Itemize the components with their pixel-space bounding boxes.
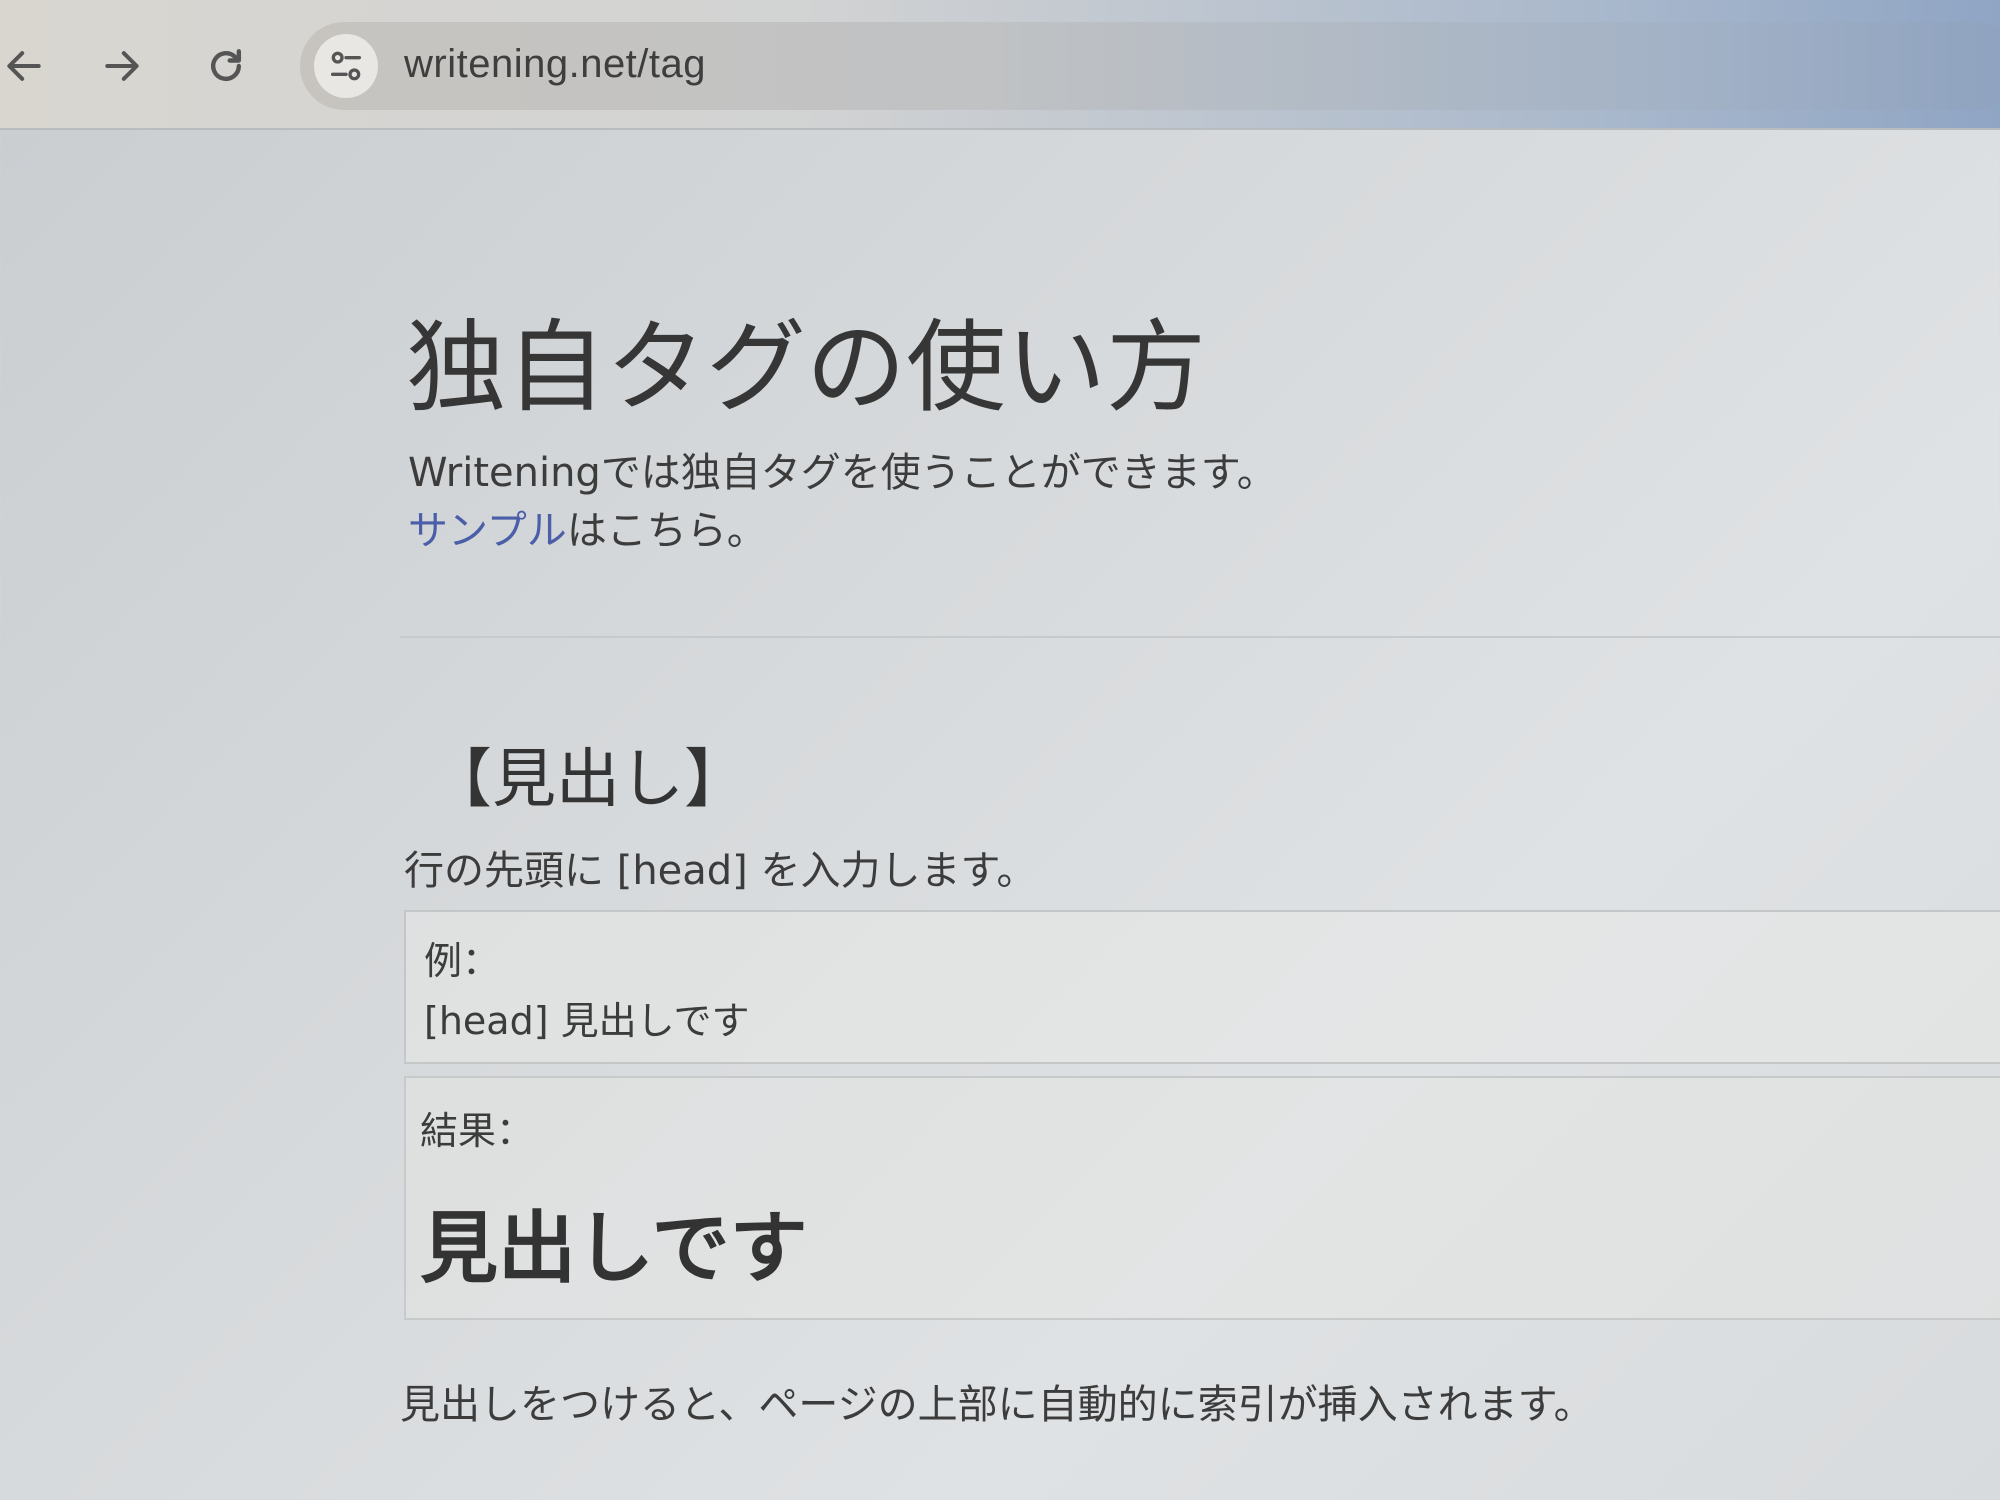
sample-link[interactable]: サンプル xyxy=(408,508,567,554)
section-heading: 【見出し】 xyxy=(428,743,748,817)
section-divider xyxy=(400,636,2000,638)
instruction-text: 行の先頭に [head] を入力します。 xyxy=(404,848,1037,894)
url-text[interactable]: writening.net/tag xyxy=(404,42,706,87)
forward-button[interactable] xyxy=(90,34,154,98)
footer-note: 見出しをつけると、ページの上部に自動的に索引が挿入されます。 xyxy=(400,1382,1594,1428)
address-bar[interactable]: writening.net/tag xyxy=(300,22,2000,110)
result-label: 結果： xyxy=(420,1109,535,1153)
back-button[interactable] xyxy=(0,34,56,98)
intro-text: Writeningでは独自タグを使うことができます。 サンプルはこちら。 xyxy=(408,444,1277,560)
intro-sample-line: サンプルはこちら。 xyxy=(408,502,1277,560)
reload-button[interactable] xyxy=(194,34,258,98)
tune-icon xyxy=(331,51,361,81)
example-code: [head] 見出しです xyxy=(424,999,750,1043)
example-label: 例： xyxy=(424,939,501,983)
example-box: 例： [head] 見出しです xyxy=(404,910,2000,1064)
browser-toolbar: writening.net/tag xyxy=(0,0,2000,130)
site-info-button[interactable] xyxy=(314,34,378,98)
intro-line: Writeningでは独自タグを使うことができます。 xyxy=(408,450,1277,496)
page-title: 独自タグの使い方 xyxy=(406,309,1206,426)
result-heading: 見出しです xyxy=(420,1204,808,1294)
sample-line-text: はこちら。 xyxy=(566,508,767,554)
arrow-right-icon xyxy=(105,51,139,81)
arrow-left-icon xyxy=(7,51,41,81)
result-box: 結果： 見出しです xyxy=(404,1076,2000,1320)
reload-icon xyxy=(210,49,242,82)
